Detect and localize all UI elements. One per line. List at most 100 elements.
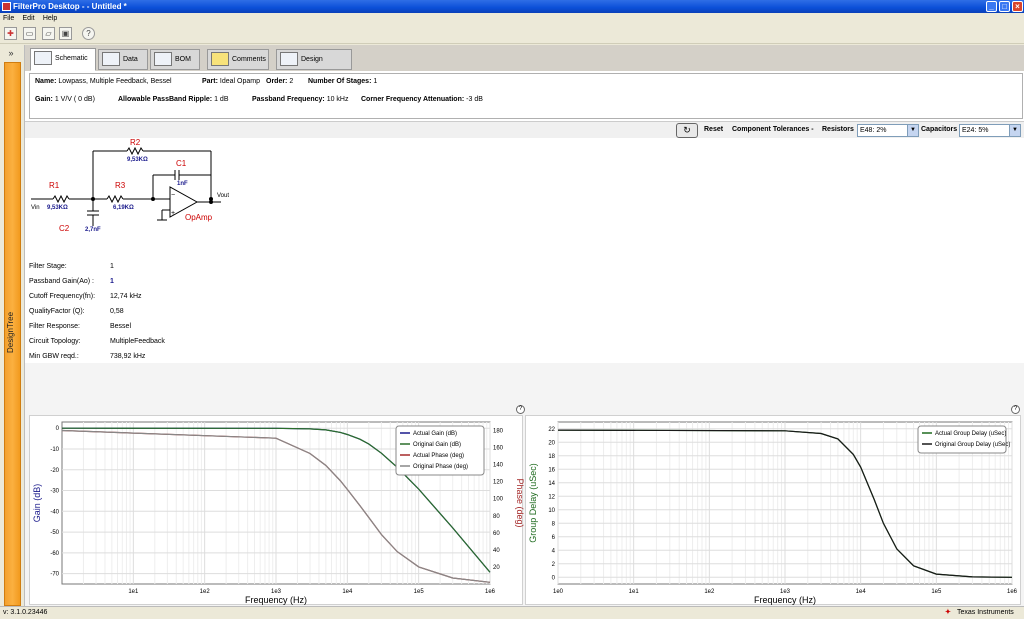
y2-tick-label: 100 xyxy=(493,497,504,503)
y-tick-label: 8 xyxy=(552,521,556,527)
tab-data[interactable]: Data xyxy=(98,49,148,70)
y-tick-label: -20 xyxy=(50,468,59,474)
comments-icon xyxy=(211,52,229,66)
order-field: Order: 2 xyxy=(266,78,294,85)
menu-edit[interactable]: Edit xyxy=(20,13,38,24)
open-folder-icon[interactable]: ▱ xyxy=(42,27,55,40)
save-icon[interactable]: ▣ xyxy=(59,27,72,40)
y-tick-label: 10 xyxy=(548,508,555,514)
y2-axis-label: Phase (deg) xyxy=(515,478,524,527)
param-value: MultipleFeedback xyxy=(110,338,165,345)
tolerance-bar: ↻ Reset Component Tolerances - Resistors… xyxy=(25,121,1024,138)
window-title: FilterPro Desktop - - Untitled * xyxy=(13,2,127,11)
resistors-select[interactable]: E48: 2% ▼ xyxy=(857,124,919,137)
tab-schematic[interactable]: Schematic xyxy=(30,48,96,71)
reset-label[interactable]: Reset xyxy=(704,126,723,133)
x-tick-label: 1e0 xyxy=(553,589,564,595)
sidebar-expand-button[interactable]: » xyxy=(0,45,22,62)
corner-attenuation-field: Corner Frequency Attenuation: -3 dB xyxy=(361,96,483,103)
capacitors-label: Capacitors xyxy=(921,126,958,133)
param-label: Filter Response: xyxy=(29,323,80,330)
param-label: QualityFactor (Q): xyxy=(29,308,85,315)
param-value: Bessel xyxy=(110,323,132,330)
reset-icon-button[interactable]: ↻ xyxy=(676,123,698,138)
ti-logo-icon: ✦ xyxy=(945,609,951,616)
plots-area: ? ? 1e1 1e2 1e3 1e4 1e5 1e6 0 -10 -20 -30 -40 -50 -6… xyxy=(25,363,1024,606)
minimize-button[interactable]: _ xyxy=(986,1,997,12)
c1-label: C1 xyxy=(176,159,187,168)
bom-icon xyxy=(154,52,172,66)
new-file-icon[interactable]: ▭ xyxy=(23,27,36,40)
legend-entry: Original Gain (dB) xyxy=(413,442,461,448)
x-tick-label: 1e4 xyxy=(342,589,353,595)
y-axis-label: Gain (dB) xyxy=(32,484,42,523)
legend-entry: Actual Phase (deg) xyxy=(413,453,464,459)
menu-help[interactable]: Help xyxy=(40,13,60,24)
y2-tick-label: 80 xyxy=(493,514,500,520)
toolbar: ✚ ▭ ▱ ▣ ? xyxy=(0,24,1024,44)
tolerances-label: Component Tolerances - xyxy=(732,126,814,133)
chevron-down-icon: ▼ xyxy=(907,125,918,136)
version-label: v: 3.1.0.23446 xyxy=(3,609,48,616)
delay-plot-help-icon[interactable]: ? xyxy=(1011,405,1020,414)
close-button[interactable]: × xyxy=(1012,1,1023,12)
tab-bom[interactable]: BOM xyxy=(150,49,200,70)
chart-icon xyxy=(102,52,120,66)
design-tree-label: DesignTree xyxy=(6,311,15,353)
stages-field: Number Of Stages: 1 xyxy=(308,78,378,85)
tab-comments[interactable]: Comments xyxy=(207,49,269,70)
x-tick-label: 1e1 xyxy=(128,589,139,595)
name-field: Name: Lowpass, Multiple Feedback, Bessel xyxy=(35,78,172,85)
main-panel: Schematic Data BOM Comments Design Repor… xyxy=(24,45,1024,606)
param-value: 12,74 kHz xyxy=(110,293,142,300)
x-tick-label: 1e2 xyxy=(704,589,715,595)
gain-phase-plot[interactable]: 1e1 1e2 1e3 1e4 1e5 1e6 0 -10 -20 -30 -40 -50 -60 -70… xyxy=(29,415,525,605)
legend-entry: Actual Gain (dB) xyxy=(413,431,457,437)
group-delay-plot[interactable]: 1e0 1e1 1e2 1e3 1e4 1e5 1e6 22 20 18 16 14 12 10 8 6 4 2 0… xyxy=(525,415,1021,605)
gain-field: Gain: 1 V/V ( 0 dB) xyxy=(35,96,95,103)
report-icon xyxy=(280,52,298,66)
status-bar: v: 3.1.0.23446 ✦ Texas Instruments xyxy=(0,606,1024,619)
gain-plot-help-icon[interactable]: ? xyxy=(516,405,525,414)
maximize-button[interactable]: □ xyxy=(999,1,1010,12)
c2-value: 2,7nF xyxy=(85,227,101,233)
tab-label: Schematic xyxy=(55,55,88,62)
param-label: Min GBW reqd.: xyxy=(29,353,79,360)
r3-value: 6,19KΩ xyxy=(113,205,134,211)
param-label: Cutoff Frequency(fn): xyxy=(29,293,96,300)
x-tick-label: 1e1 xyxy=(629,589,640,595)
y2-tick-label: 180 xyxy=(493,429,504,435)
x-tick-label: 1e6 xyxy=(485,589,496,595)
new-design-icon[interactable]: ✚ xyxy=(4,27,17,40)
x-tick-label: 1e2 xyxy=(200,589,211,595)
y-tick-label: -60 xyxy=(50,551,59,557)
gain-phase-chart: 1e1 1e2 1e3 1e4 1e5 1e60-10-20-30-40-50-60-70… xyxy=(32,421,525,605)
svg-text:−: − xyxy=(171,192,175,199)
y-tick-label: 12 xyxy=(548,494,555,500)
schematic-area: − + R1 9,53KΩ R2 9,53KΩ R3 6,19KΩ C1 1nF… xyxy=(25,138,1024,363)
capacitors-select-value: E24: 5% xyxy=(962,127,989,134)
help-icon[interactable]: ? xyxy=(82,27,95,40)
ripple-field: Allowable PassBand Ripple: 1 dB xyxy=(118,96,229,103)
tab-design-report[interactable]: Design Report xyxy=(276,49,352,82)
x-axis-label: Frequency (Hz) xyxy=(245,595,307,605)
param-value: 738,92 kHz xyxy=(110,353,146,360)
y2-tick-label: 140 xyxy=(493,463,504,469)
resistors-label: Resistors xyxy=(822,126,854,133)
r3-label: R3 xyxy=(115,181,126,190)
legend-entry: Original Phase (deg) xyxy=(413,464,468,470)
y2-tick-label: 120 xyxy=(493,480,504,486)
design-tree-sidebar[interactable]: DesignTree xyxy=(4,62,21,606)
design-summary: Name: Lowpass, Multiple Feedback, Bessel… xyxy=(29,73,1023,119)
capacitors-select[interactable]: E24: 5% ▼ xyxy=(959,124,1021,137)
y-tick-label: 0 xyxy=(56,426,60,432)
part-field: Part: Ideal Opamp xyxy=(202,78,260,85)
y-tick-label: 14 xyxy=(548,481,555,487)
chevron-down-icon: ▼ xyxy=(1009,125,1020,136)
x-tick-label: 1e6 xyxy=(1007,589,1018,595)
tab-label: Comments xyxy=(232,56,266,63)
circuit-schematic: − + R1 9,53KΩ R2 9,53KΩ R3 6,19KΩ C1 1nF… xyxy=(31,138,229,233)
param-label: Circuit Topology: xyxy=(29,338,81,345)
menu-file[interactable]: File xyxy=(0,13,17,24)
param-label: Filter Stage: xyxy=(29,263,67,270)
